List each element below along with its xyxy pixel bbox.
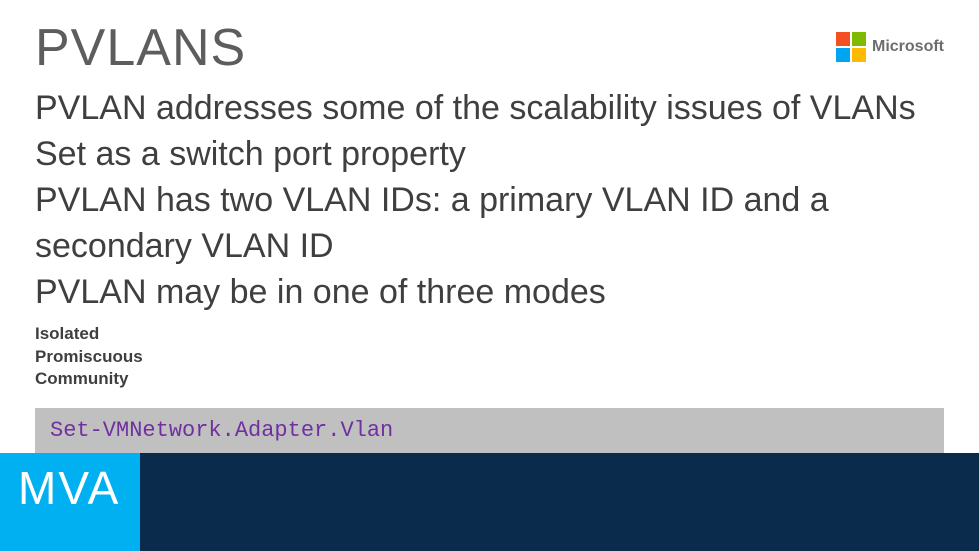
- microsoft-wordmark: Microsoft: [872, 38, 944, 56]
- body-line-4: PVLAN may be in one of three modes: [35, 270, 944, 316]
- logo-square-red: [836, 32, 850, 46]
- body-line-3: PVLAN has two VLAN IDs: a primary VLAN I…: [35, 178, 944, 270]
- footer: MVA: [0, 453, 979, 551]
- body-line-1: PVLAN addresses some of the scalability …: [35, 86, 944, 132]
- logo-square-green: [852, 32, 866, 46]
- mode-isolated: Isolated: [35, 323, 944, 345]
- header: PVLANS Microsoft: [0, 0, 979, 78]
- mode-promiscuous: Promiscuous: [35, 346, 944, 368]
- microsoft-logo-icon: [836, 32, 866, 62]
- mode-community: Community: [35, 368, 944, 390]
- logo-square-yellow: [852, 48, 866, 62]
- footer-left-panel: MVA: [0, 453, 140, 551]
- body-line-2: Set as a switch port property: [35, 132, 944, 178]
- mva-logo-text: MVA: [18, 461, 120, 515]
- footer-right-panel: [140, 453, 979, 551]
- slide: PVLANS Microsoft PVLAN addresses some of…: [0, 0, 979, 551]
- body-content: PVLAN addresses some of the scalability …: [0, 78, 979, 315]
- slide-title: PVLANS: [35, 18, 246, 78]
- code-command: Set-VMNetwork.Adapter.Vlan: [35, 408, 944, 453]
- modes-list: Isolated Promiscuous Community: [0, 315, 979, 389]
- microsoft-logo: Microsoft: [836, 18, 944, 62]
- logo-square-blue: [836, 48, 850, 62]
